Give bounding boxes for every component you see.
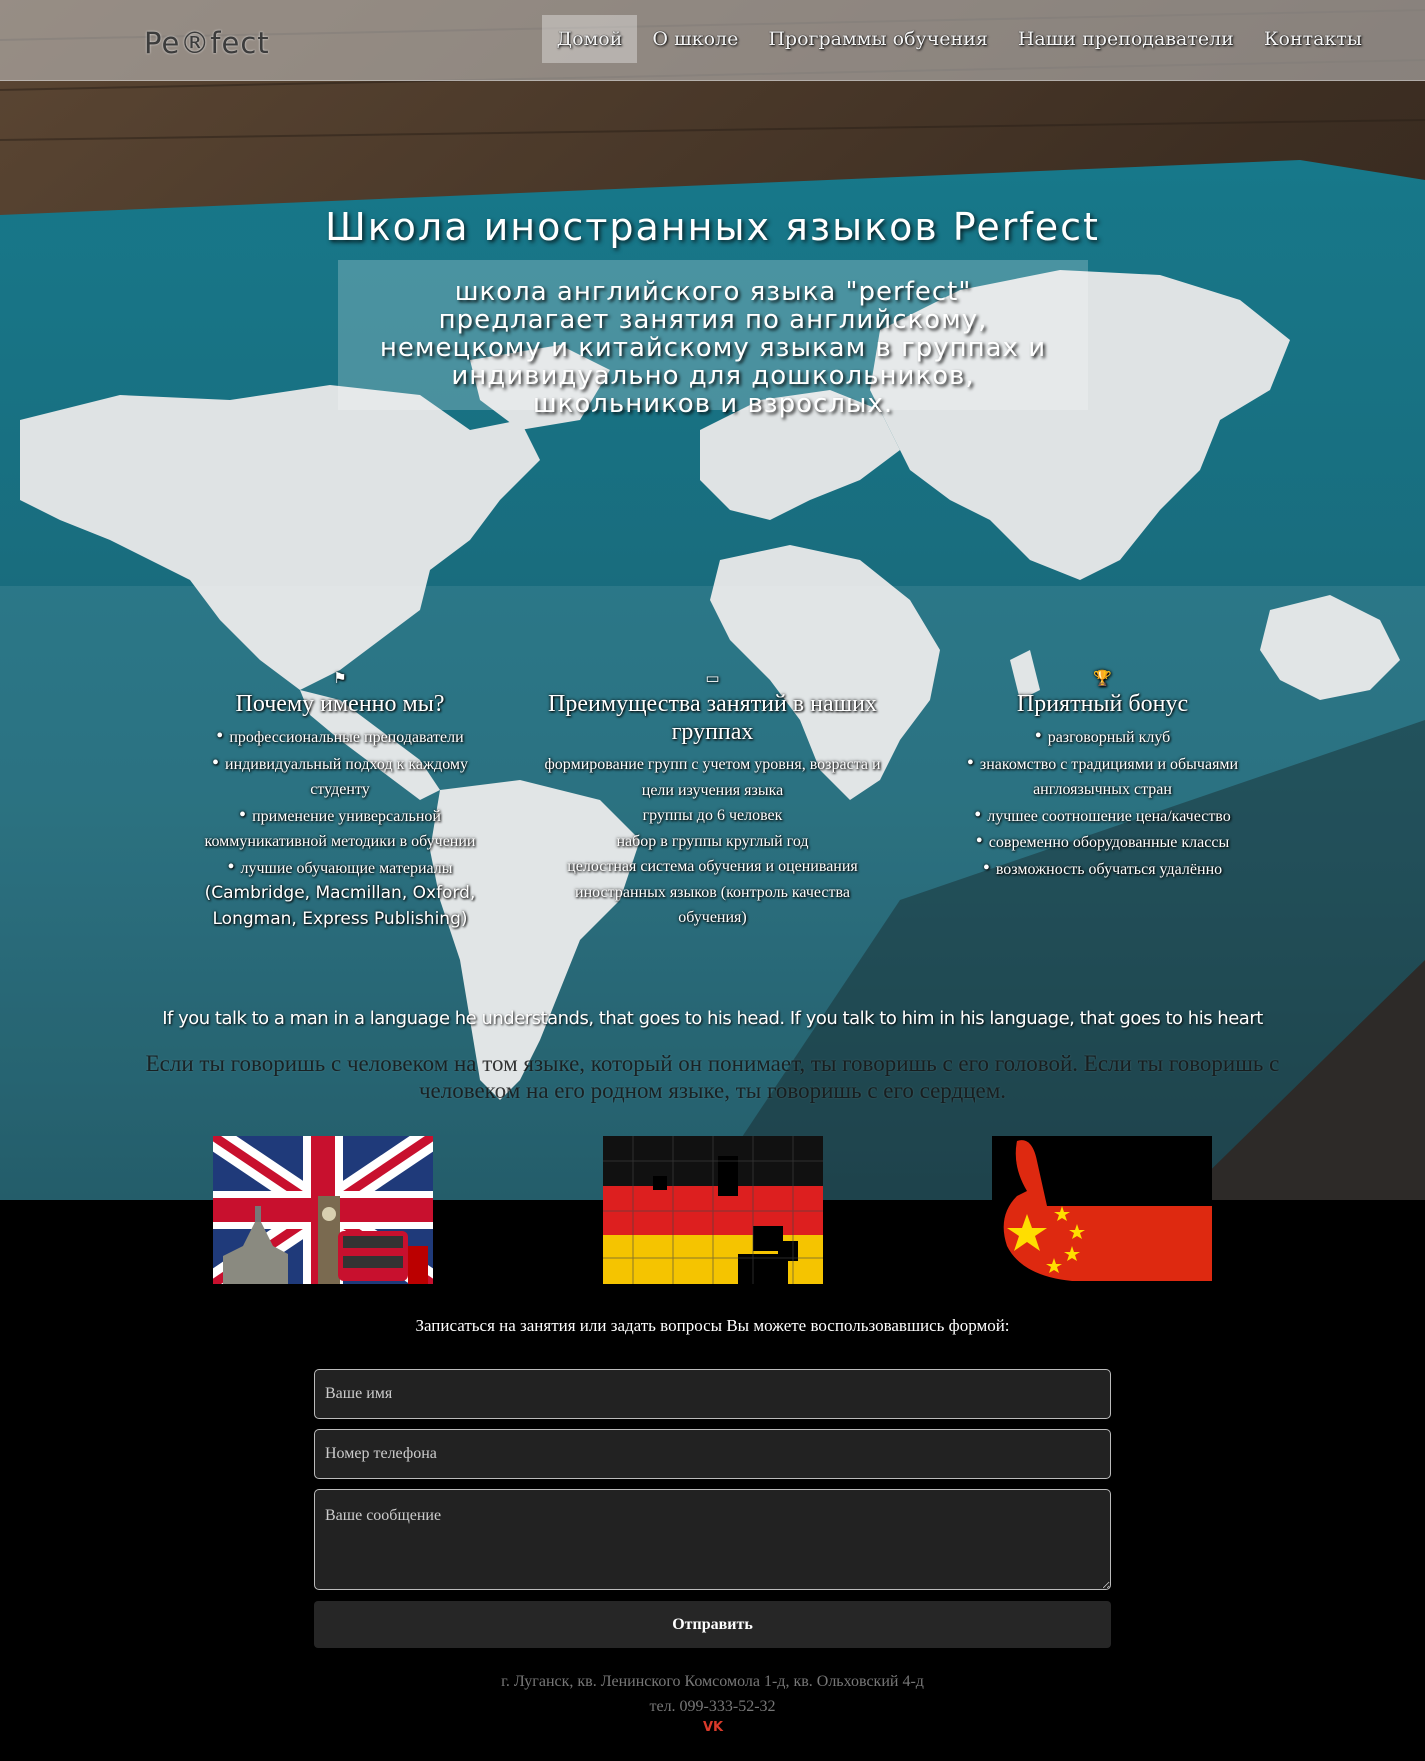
quote-russian: Если ты говоришь с человеком на том язык… xyxy=(145,1051,1280,1103)
main-nav: Домой О школе Программы обучения Наши пр… xyxy=(541,15,1377,63)
list-item: индивидуальный подход к каждому студенту xyxy=(190,751,490,803)
list-item: (Cambridge, Macmillan, Oxford, Longman, … xyxy=(204,883,476,929)
list-item: знакомство с традициями и обычаями англо… xyxy=(950,751,1255,803)
site-logo[interactable]: Pe®fect xyxy=(144,26,270,60)
list-item: целостная система обучения и оценивания … xyxy=(567,858,858,926)
phone-input[interactable] xyxy=(314,1429,1111,1479)
name-input[interactable] xyxy=(314,1369,1111,1419)
feature-group-benefits: ▭ Преимущества занятий в наших группах ф… xyxy=(540,668,885,931)
feature-list: профессиональные преподаватели индивидуа… xyxy=(190,724,490,932)
nav-contacts[interactable]: Контакты xyxy=(1249,15,1377,63)
submit-button[interactable]: Отправить xyxy=(314,1601,1111,1648)
list-item: профессиональные преподаватели xyxy=(190,724,490,751)
nav-home[interactable]: Домой xyxy=(541,15,638,63)
list-item: лучшие обучающие материалы xyxy=(190,855,490,882)
germany-flag-image xyxy=(603,1136,823,1284)
page-title: Школа иностранных языков Perfect xyxy=(325,205,1100,249)
nav-teachers[interactable]: Наши преподаватели xyxy=(1003,15,1249,63)
feature-title: Почему именно мы? xyxy=(235,691,445,717)
footer-phone: тел. 099-333-52-32 xyxy=(649,1698,776,1715)
list-item: разговорный клуб xyxy=(950,724,1255,751)
form-intro-text: Записаться на занятия или задать вопросы… xyxy=(415,1316,1010,1335)
list-item: лучшее соотношение цена/качество xyxy=(950,803,1255,830)
list-item: формирование групп с учетом уровня, возр… xyxy=(544,756,881,799)
feature-why-us: ⚑ Почему именно мы? профессиональные пре… xyxy=(190,668,490,932)
list-item: группы до 6 человек xyxy=(642,807,783,824)
feature-title: Приятный бонус xyxy=(1016,691,1189,717)
list-item: набор в группы круглый год xyxy=(616,832,809,850)
message-textarea[interactable] xyxy=(314,1489,1111,1590)
nav-programs[interactable]: Программы обучения xyxy=(753,15,1003,63)
nav-about[interactable]: О школе xyxy=(637,15,753,63)
flag-icon: ⚑ xyxy=(333,669,347,687)
list-item: применение универсальной коммуникативной… xyxy=(190,803,490,855)
feature-bonus: 🏆 Приятный бонус разговорный клуб знаком… xyxy=(950,668,1255,882)
uk-flag-image xyxy=(213,1136,433,1284)
list-item: возможность обучаться удалённо xyxy=(950,856,1255,883)
quote-english: If you talk to a man in a language he un… xyxy=(162,1008,1263,1029)
feature-list: формирование групп с учетом уровня, возр… xyxy=(540,752,885,931)
feature-list: разговорный клуб знакомство с традициями… xyxy=(950,724,1255,882)
top-navbar: Pe®fect Домой О школе Программы обучения… xyxy=(0,0,1425,81)
list-item: современно оборудованные классы xyxy=(950,829,1255,856)
feature-title: Преимущества занятий в наших группах xyxy=(548,691,877,745)
trophy-icon: 🏆 xyxy=(1093,669,1112,687)
vk-icon[interactable]: VK xyxy=(703,1720,723,1735)
china-flag-hand-image xyxy=(992,1136,1212,1284)
footer-address: г. Луганск, кв. Ленинского Комсомола 1-д… xyxy=(501,1673,924,1690)
hero-subtitle: школа английского языка "perfect" предла… xyxy=(338,260,1088,418)
laptop-icon: ▭ xyxy=(705,669,720,687)
